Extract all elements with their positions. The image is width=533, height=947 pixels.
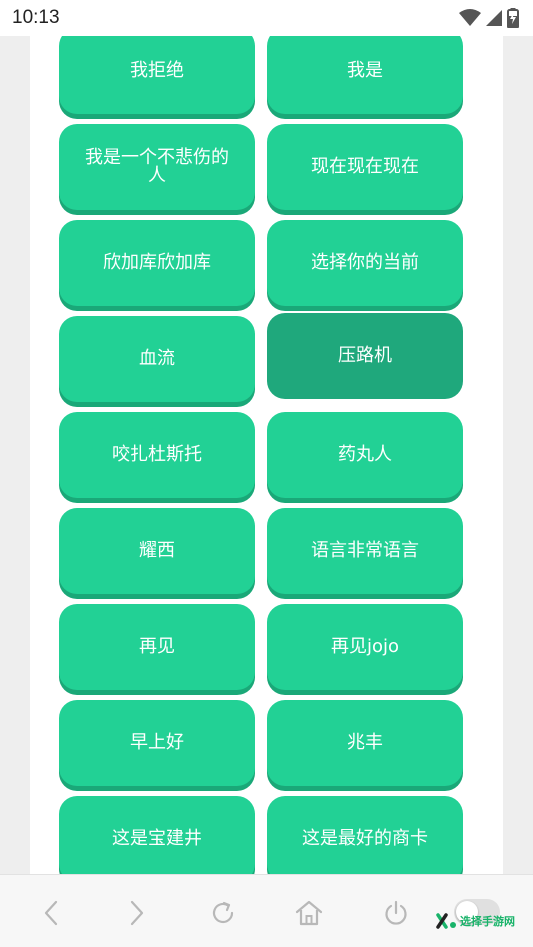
word-button[interactable]: 选择你的当前: [267, 220, 463, 306]
word-button-label: 再见jojo: [330, 636, 400, 657]
wifi-icon: [459, 9, 481, 26]
word-button-label: 再见: [139, 636, 175, 657]
word-button[interactable]: 现在现在现在: [267, 124, 463, 210]
word-button-label: 兆丰: [347, 732, 383, 753]
status-time: 10:13: [12, 7, 60, 28]
refresh-button[interactable]: [205, 895, 241, 931]
word-button-label: 耀西: [139, 540, 175, 561]
forward-button[interactable]: [119, 895, 155, 931]
signal-icon: [486, 10, 502, 26]
status-bar: 10:13: [0, 0, 533, 36]
power-button[interactable]: [378, 895, 414, 931]
power-icon: [385, 900, 407, 925]
watermark: 选择手游网: [436, 913, 515, 929]
word-button[interactable]: 兆丰: [267, 700, 463, 786]
watermark-logo-icon: [436, 913, 456, 929]
word-button[interactable]: 血流: [59, 316, 255, 402]
word-button[interactable]: 耀西: [59, 508, 255, 594]
word-panel[interactable]: 我拒绝 我是我是一个不悲伤的人 现在现在现在欣加库欣加库 选择你的当前血流 压路机咬扎杜…: [30, 36, 503, 874]
word-button-label: 我是: [347, 60, 383, 81]
word-button[interactable]: 再见: [59, 604, 255, 690]
word-button-label: 血流: [139, 348, 175, 369]
back-button[interactable]: [33, 895, 69, 931]
word-button-label: 这是最好的商卡: [302, 828, 428, 849]
word-button[interactable]: 压路机: [267, 313, 463, 399]
word-button[interactable]: 我是一个不悲伤的人: [59, 124, 255, 210]
word-button[interactable]: 药丸人: [267, 412, 463, 498]
word-button-label: 这是宝建井: [112, 828, 202, 849]
content-area: 我拒绝 我是我是一个不悲伤的人 现在现在现在欣加库欣加库 选择你的当前血流 压路机咬扎杜…: [0, 36, 533, 874]
browser-nav-bar: 选择手游网: [0, 874, 533, 947]
word-button[interactable]: 这是宝建井: [59, 796, 255, 874]
word-button-label: 我是一个不悲伤的人: [85, 147, 229, 186]
word-button[interactable]: 语言非常语言: [267, 508, 463, 594]
word-button[interactable]: 咬扎杜斯托: [59, 412, 255, 498]
status-icons: [459, 8, 519, 28]
battery-charging-icon: [507, 8, 519, 28]
word-button-label: 现在现在现在: [311, 156, 419, 177]
word-button-label: 语言非常语言: [311, 540, 419, 561]
word-button-label: 药丸人: [338, 444, 392, 465]
word-button-label: 选择你的当前: [311, 252, 419, 273]
back-icon: [44, 900, 58, 926]
word-button[interactable]: 欣加库欣加库: [59, 220, 255, 306]
home-icon: [295, 900, 323, 926]
word-button[interactable]: 我拒绝: [59, 36, 255, 114]
word-button[interactable]: 这是最好的商卡: [267, 796, 463, 874]
word-button[interactable]: 早上好: [59, 700, 255, 786]
word-button[interactable]: 再见jojo: [267, 604, 463, 690]
word-button-grid: 我拒绝 我是我是一个不悲伤的人 现在现在现在欣加库欣加库 选择你的当前血流 压路机咬扎杜…: [59, 36, 463, 874]
word-button-label: 我拒绝: [130, 60, 184, 81]
word-button-label: 欣加库欣加库: [103, 252, 211, 273]
word-button-label: 压路机: [338, 345, 392, 366]
word-button-label: 早上好: [130, 732, 184, 753]
word-button-label: 咬扎杜斯托: [112, 444, 202, 465]
watermark-text: 选择手游网: [460, 915, 515, 928]
refresh-icon: [212, 901, 234, 924]
home-button[interactable]: [291, 895, 327, 931]
word-button[interactable]: 我是: [267, 36, 463, 114]
forward-icon: [130, 900, 144, 926]
